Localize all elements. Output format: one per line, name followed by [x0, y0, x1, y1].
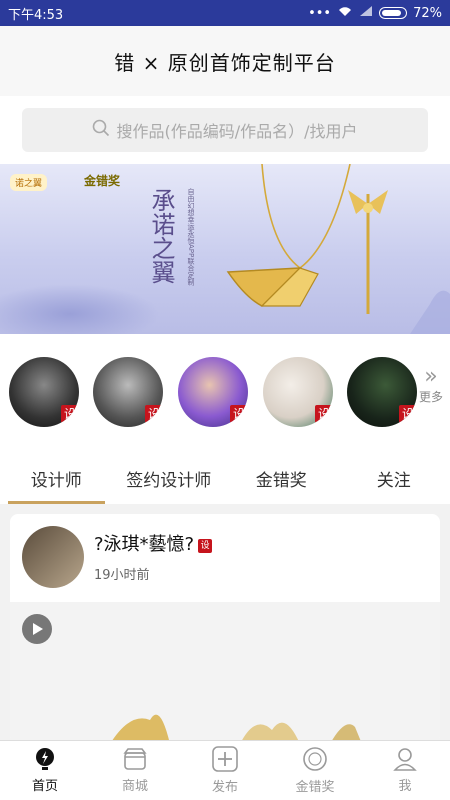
designer-tag: 设: [399, 405, 417, 423]
tab-signed-designer[interactable]: 签约设计师: [113, 434, 226, 504]
designer-avatar[interactable]: 设: [347, 357, 417, 427]
nav-shop-label: 商城: [121, 779, 148, 794]
designer-avatar[interactable]: 设: [9, 357, 79, 427]
status-icons: ••• 72%: [308, 5, 442, 21]
designer-avatar[interactable]: 设: [93, 357, 163, 427]
card-post-time: 19小时前: [94, 568, 150, 583]
card-header: ?泳琪*藝憶? 设 19小时前: [10, 514, 440, 602]
tab-jincuo-award[interactable]: 金错奖: [225, 434, 338, 504]
wifi-icon: [337, 5, 353, 21]
nav-me[interactable]: 我: [360, 741, 450, 800]
card-user-name[interactable]: ?泳琪*藝憶? 设: [94, 530, 213, 556]
search-placeholder: 搜作品(作品编码/作品名）/找用户: [116, 122, 358, 141]
promo-banner[interactable]: 诺之翼 金错奖 承诺之翼 自由幻想幸运永恒APP联合定制: [0, 164, 450, 334]
nav-publish[interactable]: 发布: [180, 741, 270, 800]
card-media[interactable]: [10, 602, 440, 744]
designer-tag: 设: [61, 405, 79, 423]
search-area: 搜作品(作品编码/作品名）/找用户: [0, 96, 450, 164]
app-title-bar: 错 × 原创首饰定制平台: [0, 26, 450, 96]
card-user-avatar[interactable]: [22, 526, 84, 588]
designer-avatar[interactable]: 设: [178, 357, 248, 427]
bottom-navigation: 首页 商城 发布 金错奖 我: [0, 740, 450, 800]
search-icon: [92, 119, 110, 141]
card-user-name-text: ?泳琪*藝憶?: [94, 534, 195, 555]
nav-home[interactable]: 首页: [0, 741, 90, 800]
jewelry-preview: [110, 714, 362, 744]
status-bar: 下午4:53 ••• 72%: [0, 0, 450, 26]
battery-text: 72%: [413, 5, 442, 21]
search-input[interactable]: 搜作品(作品编码/作品名）/找用户: [22, 108, 428, 152]
shop-icon: [123, 748, 147, 770]
chevron-right-icon: »: [424, 364, 438, 389]
more-dots-icon: •••: [308, 5, 332, 21]
tab-designer[interactable]: 设计师: [0, 434, 113, 504]
nav-jincuo-award[interactable]: 金错奖: [270, 741, 360, 800]
user-icon: [393, 748, 417, 771]
award-badge-icon: [303, 747, 327, 771]
more-label: 更多: [418, 390, 443, 404]
page-title: 错 × 原创首饰定制平台: [114, 50, 336, 75]
designer-tag: 设: [145, 405, 163, 423]
nav-me-label: 我: [398, 779, 412, 794]
designer-tag: 设: [315, 405, 333, 423]
category-tabs: 设计师 签约设计师 金错奖 关注: [0, 434, 450, 504]
designer-avatars: 设 设 设 设 设 » 更多: [0, 334, 450, 434]
designer-tag: 设: [198, 539, 213, 553]
designer-tag: 设: [230, 405, 248, 423]
more-designers-button[interactable]: » 更多: [416, 366, 446, 405]
status-time: 下午4:53: [8, 7, 64, 23]
designer-avatar[interactable]: 设: [263, 357, 333, 427]
nav-home-label: 首页: [31, 779, 58, 794]
battery-icon: [379, 7, 408, 19]
signal-icon: [359, 5, 373, 21]
nav-shop[interactable]: 商城: [90, 741, 180, 800]
tab-follow[interactable]: 关注: [338, 434, 450, 504]
necklace-image: [226, 164, 450, 334]
add-icon: [212, 746, 238, 772]
nav-publish-label: 发布: [211, 780, 238, 795]
home-bulb-icon: [36, 748, 54, 770]
nav-jincuo-award-label: 金错奖: [295, 780, 335, 795]
feed-card[interactable]: ?泳琪*藝憶? 设 19小时前: [10, 514, 440, 744]
